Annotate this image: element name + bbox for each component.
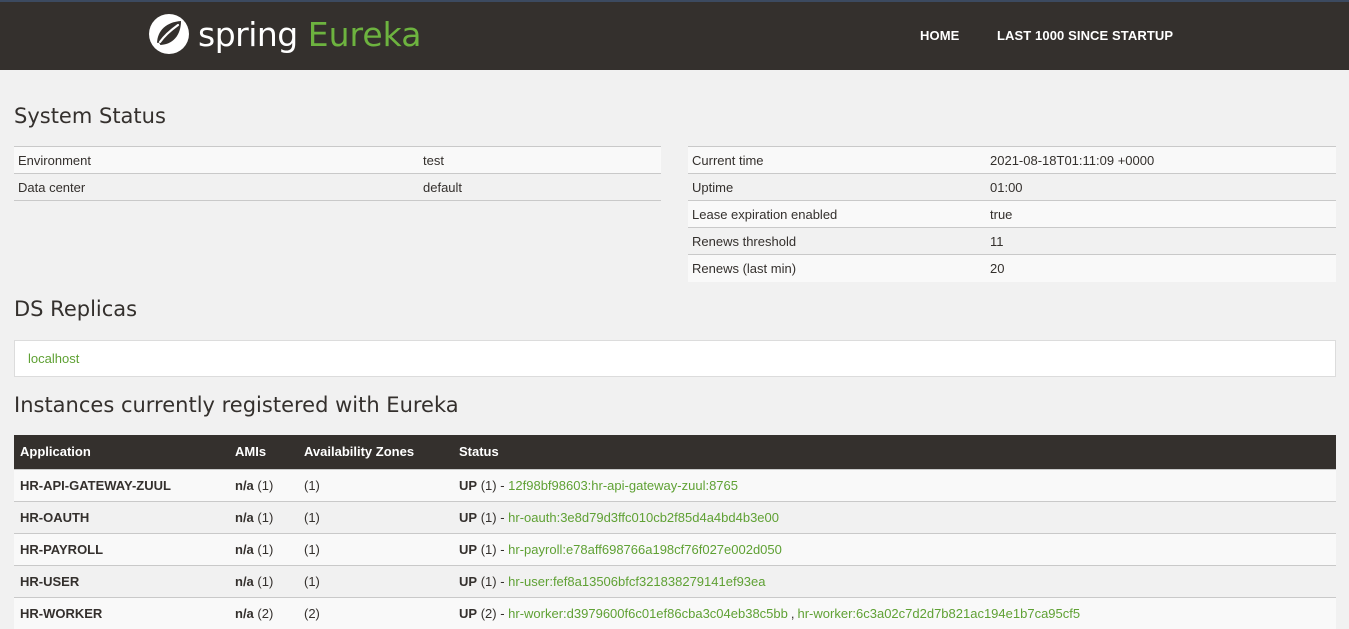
spring-eureka-logo[interactable]: spring Eureka (148, 12, 421, 56)
column-header-availability-zones: Availability Zones (298, 435, 453, 469)
ds-replicas-title: DS Replicas (14, 297, 138, 321)
nav-last-1000: LAST 1000 SINCE STARTUP (997, 28, 1173, 43)
status-key: Current time (688, 146, 986, 174)
status-cell: UP (2) - hr-worker:d3979600f6c01ef86cba3… (453, 596, 1336, 629)
table-row: HR-API-GATEWAY-ZUUL n/a (1) (1) UP (1) -… (14, 468, 1336, 501)
link-separator: , (790, 605, 795, 621)
ami-label: n/a (235, 573, 254, 589)
table-row: HR-WORKER n/a (2) (2) UP (2) - hr-worker… (14, 596, 1336, 629)
status-up: UP (459, 605, 478, 621)
status-up: UP (459, 573, 478, 589)
amis-cell: n/a (2) (229, 596, 298, 629)
application-name: HR-API-GATEWAY-ZUUL (14, 468, 229, 501)
zones-cell: (1) (298, 564, 453, 597)
status-value: test (419, 146, 661, 174)
status-key: Uptime (688, 173, 986, 201)
zones-cell: (1) (298, 468, 453, 501)
status-row: Data center default (14, 173, 661, 201)
status-key: Data center (14, 173, 419, 201)
status-row: Renews threshold 11 (688, 227, 1336, 255)
brand-spring-text: spring (198, 14, 298, 54)
status-cell: UP (1) - hr-user:fef8a13506bfcf321838279… (453, 564, 1336, 597)
status-value: 20 (986, 254, 1336, 282)
zones-cell: (1) (298, 500, 453, 533)
spring-leaf-icon (149, 14, 189, 54)
instance-link[interactable]: hr-worker:6c3a02c7d2d7b821ac194e1b7ca95c… (798, 606, 1081, 621)
nav-last-1000-link[interactable]: LAST 1000 SINCE STARTUP (997, 28, 1173, 43)
application-name: HR-USER (14, 564, 229, 597)
status-cell: UP (1) - hr-oauth:3e8d79d3ffc010cb2f85d4… (453, 500, 1336, 533)
status-key: Environment (14, 146, 419, 174)
instance-link[interactable]: hr-user:fef8a13506bfcf321838279141ef93ea (508, 574, 765, 589)
status-key: Lease expiration enabled (688, 200, 986, 228)
status-key: Renews threshold (688, 227, 986, 255)
nav-home: HOME (920, 28, 959, 43)
status-up: UP (459, 509, 478, 525)
instance-link[interactable]: hr-payroll:e78aff698766a198cf76f027e002d… (508, 542, 782, 557)
status-key: Renews (last min) (688, 254, 986, 282)
column-header-status: Status (453, 435, 1336, 469)
ami-count: (2) (257, 605, 274, 621)
instance-link[interactable]: hr-oauth:3e8d79d3ffc010cb2f85d4a4bd4b3e0… (508, 510, 779, 525)
system-status-left-table: Environment test Data center default (14, 146, 661, 201)
ami-count: (1) (257, 573, 274, 589)
top-navbar: spring Eureka HOME LAST 1000 SINCE START… (0, 0, 1349, 70)
status-row: Environment test (14, 146, 661, 174)
table-row: HR-OAUTH n/a (1) (1) UP (1) - hr-oauth:3… (14, 500, 1336, 533)
ami-label: n/a (235, 477, 254, 493)
replica-link[interactable]: localhost (28, 351, 79, 366)
instances-table: Application AMIs Availability Zones Stat… (14, 435, 1336, 629)
application-name: HR-WORKER (14, 596, 229, 629)
status-cell: UP (1) - 12f98bf98603:hr-api-gateway-zuu… (453, 468, 1336, 501)
status-value: 01:00 (986, 173, 1336, 201)
status-count: (1) - (480, 509, 505, 525)
status-row: Renews (last min) 20 (688, 254, 1336, 282)
ami-count: (1) (257, 477, 274, 493)
amis-cell: n/a (1) (229, 500, 298, 533)
status-value: true (986, 200, 1336, 228)
status-count: (1) - (480, 541, 505, 557)
status-count: (1) - (480, 573, 505, 589)
application-name: HR-PAYROLL (14, 532, 229, 565)
status-value: 11 (986, 227, 1336, 255)
zones-cell: (2) (298, 596, 453, 629)
status-row: Uptime 01:00 (688, 173, 1336, 201)
instances-header-row: Application AMIs Availability Zones Stat… (14, 435, 1336, 469)
column-header-amis: AMIs (229, 435, 298, 469)
ami-label: n/a (235, 605, 254, 621)
table-row: HR-PAYROLL n/a (1) (1) UP (1) - hr-payro… (14, 532, 1336, 565)
status-count: (2) - (480, 605, 505, 621)
status-row: Lease expiration enabled true (688, 200, 1336, 228)
amis-cell: n/a (1) (229, 564, 298, 597)
instance-link[interactable]: 12f98bf98603:hr-api-gateway-zuul:8765 (508, 478, 738, 493)
system-status-right-table: Current time 2021-08-18T01:11:09 +0000 U… (688, 146, 1336, 282)
ds-replicas-list: localhost (14, 340, 1336, 377)
status-up: UP (459, 477, 478, 493)
status-value: default (419, 173, 661, 201)
instance-link[interactable]: hr-worker:d3979600f6c01ef86cba3c04eb38c5… (508, 606, 788, 621)
ami-count: (1) (257, 509, 274, 525)
column-header-application: Application (14, 435, 229, 469)
amis-cell: n/a (1) (229, 532, 298, 565)
brand-eureka-text: Eureka (307, 14, 422, 54)
zones-cell: (1) (298, 532, 453, 565)
status-count: (1) - (480, 477, 505, 493)
amis-cell: n/a (1) (229, 468, 298, 501)
application-name: HR-OAUTH (14, 500, 229, 533)
ami-label: n/a (235, 509, 254, 525)
nav-home-link[interactable]: HOME (920, 28, 959, 43)
status-up: UP (459, 541, 478, 557)
status-value: 2021-08-18T01:11:09 +0000 (986, 146, 1336, 174)
ami-count: (1) (257, 541, 274, 557)
status-row: Current time 2021-08-18T01:11:09 +0000 (688, 146, 1336, 174)
table-row: HR-USER n/a (1) (1) UP (1) - hr-user:fef… (14, 564, 1336, 597)
instances-title: Instances currently registered with Eure… (14, 393, 459, 417)
system-status-title: System Status (14, 104, 166, 128)
status-cell: UP (1) - hr-payroll:e78aff698766a198cf76… (453, 532, 1336, 565)
ami-label: n/a (235, 541, 254, 557)
